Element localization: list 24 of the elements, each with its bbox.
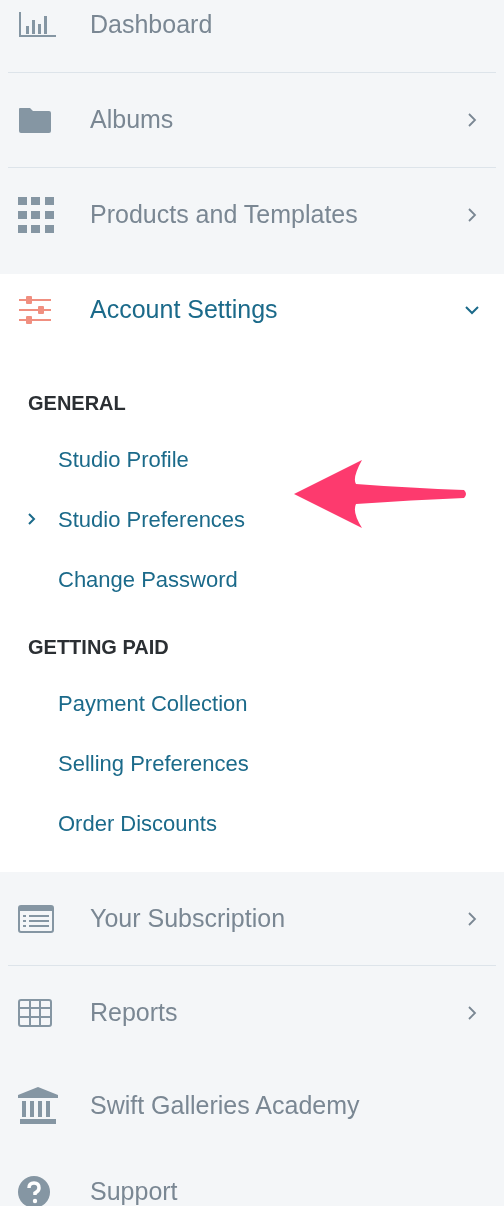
sliders-icon xyxy=(18,296,52,324)
menu-item[interactable]: Products and Templates xyxy=(0,168,504,262)
submenu-link[interactable]: Change Password xyxy=(58,562,238,596)
folder-icon xyxy=(18,106,52,134)
section-heading: GETTING PAID xyxy=(27,635,170,660)
menu-item[interactable]: Reports xyxy=(0,966,504,1059)
submenu-link[interactable]: Order Discounts xyxy=(58,806,217,840)
grid-icon xyxy=(18,197,54,233)
submenu-link[interactable]: Studio Preferences xyxy=(58,502,246,536)
table-icon xyxy=(18,998,52,1027)
section-heading: GENERAL xyxy=(27,391,127,416)
submenu-link[interactable]: Studio Profile xyxy=(58,442,189,476)
bar-chart-icon xyxy=(18,12,56,38)
list-icon xyxy=(18,904,54,933)
bank-icon xyxy=(18,1086,58,1125)
help-icon xyxy=(18,1176,50,1206)
menu-item[interactable]: Dashboard xyxy=(0,0,504,72)
menu-item[interactable]: Account Settings xyxy=(0,274,504,346)
menu-item[interactable]: Your Subscription xyxy=(0,872,504,965)
menu-item[interactable]: Support xyxy=(0,1152,504,1206)
menu-item[interactable]: Albums xyxy=(0,73,504,167)
menu-item[interactable]: Swift Galleries Academy xyxy=(0,1059,504,1152)
submenu-link[interactable]: Payment Collection xyxy=(58,686,248,720)
submenu-link[interactable]: Selling Preferences xyxy=(58,746,249,780)
